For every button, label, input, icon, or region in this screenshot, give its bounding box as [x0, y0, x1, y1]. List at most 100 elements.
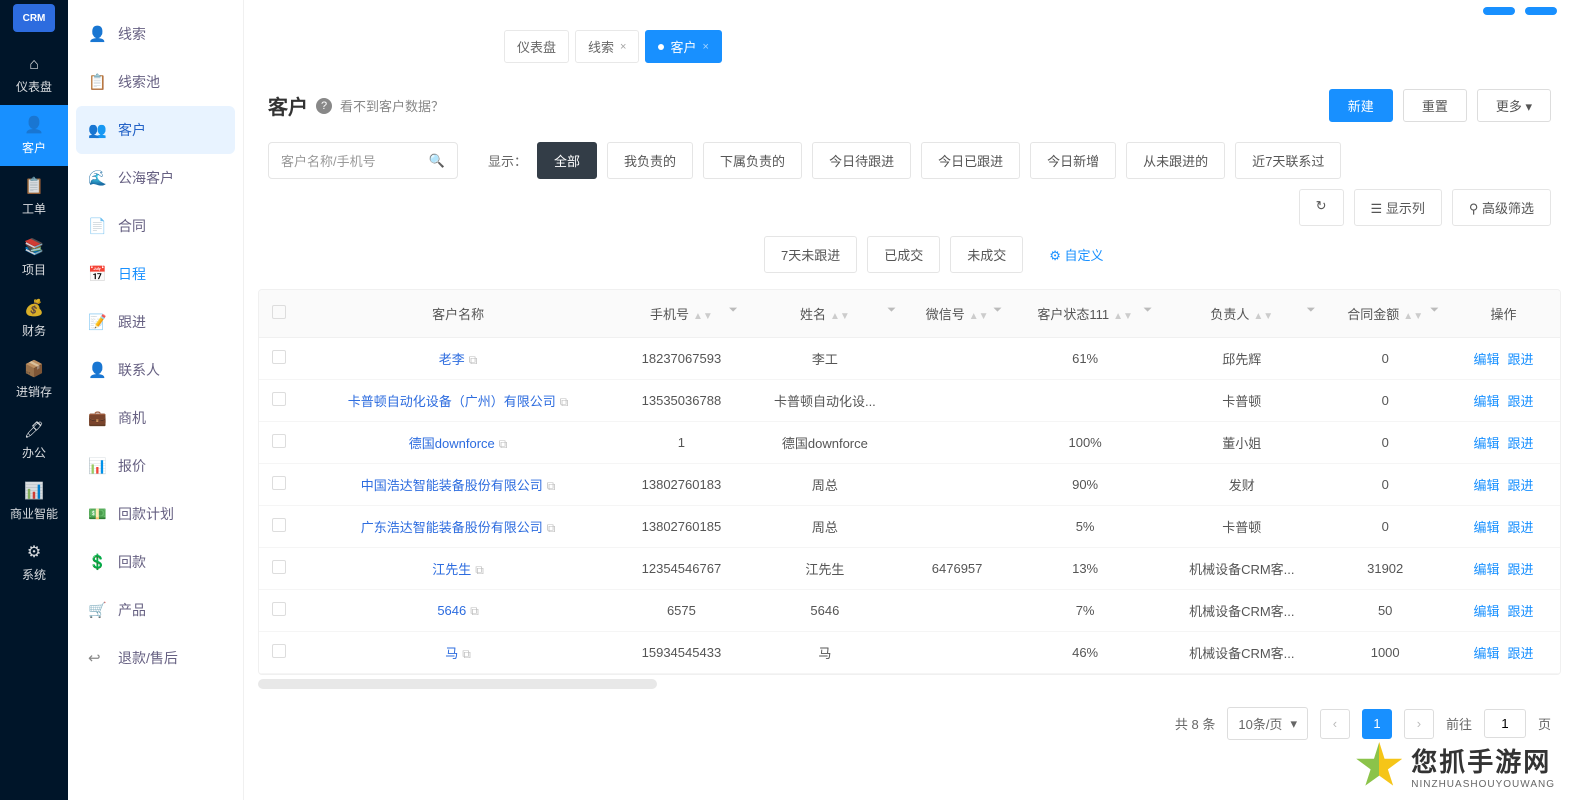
rail-inventory[interactable]: 📦进销存 — [0, 349, 68, 410]
rail-bi[interactable]: 📊商业智能 — [0, 471, 68, 532]
copy-icon[interactable]: ⧉ — [470, 604, 479, 618]
edit-link[interactable]: 编辑 — [1473, 352, 1499, 367]
page-size-select[interactable]: 10条/页▾ — [1227, 707, 1308, 740]
search-input[interactable]: 客户名称/手机号 🔍 — [268, 142, 458, 179]
filter-icon[interactable]: ⏷ — [993, 304, 1002, 317]
follow-link[interactable]: 跟进 — [1507, 562, 1533, 577]
chip-deal[interactable]: 已成交 — [867, 236, 940, 273]
edit-link[interactable]: 编辑 — [1473, 478, 1499, 493]
copy-icon[interactable]: ⧉ — [475, 563, 484, 577]
col-wechat[interactable]: 微信号▲▼⏷ — [904, 290, 1010, 338]
sidebar-opportunities[interactable]: 💼商机 — [68, 394, 243, 442]
more-button[interactable]: 更多 ▾ — [1477, 89, 1551, 122]
close-icon[interactable]: × — [620, 41, 626, 53]
topbar-btn-1[interactable] — [1483, 7, 1515, 15]
follow-link[interactable]: 跟进 — [1507, 352, 1533, 367]
rail-finance[interactable]: 💰财务 — [0, 288, 68, 349]
sidebar-contracts[interactable]: 📄合同 — [68, 202, 243, 250]
row-checkbox[interactable] — [272, 644, 286, 658]
cell-name[interactable]: 老李⧉ — [299, 338, 617, 380]
tab-dashboard[interactable]: 仪表盘 — [504, 30, 569, 63]
cell-name[interactable]: 中国浩达智能装备股份有限公司⧉ — [299, 464, 617, 506]
row-checkbox[interactable] — [272, 602, 286, 616]
rail-dashboard[interactable]: ⌂仪表盘 — [0, 46, 68, 105]
filter-icon[interactable]: ⏷ — [887, 304, 896, 317]
col-status[interactable]: 客户状态111▲▼⏷ — [1010, 290, 1160, 338]
edit-link[interactable]: 编辑 — [1473, 520, 1499, 535]
sidebar-public-customers[interactable]: 🌊公海客户 — [68, 154, 243, 202]
sidebar-refund[interactable]: ↩退款/售后 — [68, 634, 243, 682]
tab-leads[interactable]: 线索× — [575, 30, 639, 63]
filter-icon[interactable]: ⏷ — [729, 304, 738, 317]
copy-icon[interactable]: ⧉ — [462, 647, 471, 661]
edit-link[interactable]: 编辑 — [1473, 646, 1499, 661]
cell-name[interactable]: 江先生⧉ — [299, 548, 617, 590]
advanced-filter-button[interactable]: ⚲ 高级筛选 — [1452, 189, 1551, 226]
rail-projects[interactable]: 📚项目 — [0, 227, 68, 288]
row-checkbox[interactable] — [272, 434, 286, 448]
row-checkbox[interactable] — [272, 392, 286, 406]
help-icon[interactable]: ? — [316, 98, 332, 114]
custom-filter-button[interactable]: ⚙ 自定义 — [1033, 237, 1119, 272]
chip-today-pending[interactable]: 今日待跟进 — [812, 142, 911, 179]
sidebar-contacts[interactable]: 👤联系人 — [68, 346, 243, 394]
sidebar-payment-plan[interactable]: 💵回款计划 — [68, 490, 243, 538]
col-phone[interactable]: 手机号▲▼⏷ — [617, 290, 745, 338]
filter-icon[interactable]: ⏷ — [1430, 304, 1439, 317]
close-icon[interactable]: × — [702, 41, 708, 53]
reset-button[interactable]: 重置 — [1403, 89, 1467, 122]
sidebar-followup[interactable]: 📝跟进 — [68, 298, 243, 346]
col-name[interactable]: 客户名称 — [299, 290, 617, 338]
columns-button[interactable]: ☰ 显示列 — [1354, 189, 1442, 226]
chip-sub[interactable]: 下属负责的 — [703, 142, 802, 179]
chip-all[interactable]: 全部 — [537, 142, 597, 179]
sidebar-lead-pool[interactable]: 📋线索池 — [68, 58, 243, 106]
chip-mine[interactable]: 我负责的 — [607, 142, 693, 179]
cell-name[interactable]: 德国downforce⧉ — [299, 422, 617, 464]
follow-link[interactable]: 跟进 — [1507, 520, 1533, 535]
tab-customers[interactable]: 客户× — [645, 30, 721, 63]
page-number[interactable]: 1 — [1362, 709, 1392, 739]
hint-text[interactable]: 看不到客户数据？ — [340, 96, 444, 115]
copy-icon[interactable]: ⧉ — [499, 437, 508, 451]
rail-system[interactable]: ⚙系统 — [0, 532, 68, 593]
chip-today-done[interactable]: 今日已跟进 — [921, 142, 1020, 179]
sidebar-leads[interactable]: 👤线索 — [68, 10, 243, 58]
chip-7d-no[interactable]: 7天未跟进 — [764, 236, 857, 273]
checkbox-all[interactable] — [272, 305, 286, 319]
copy-icon[interactable]: ⧉ — [547, 521, 556, 535]
sidebar-schedule[interactable]: 📅日程 — [68, 250, 243, 298]
edit-link[interactable]: 编辑 — [1473, 562, 1499, 577]
rail-office[interactable]: 🖊办公 — [0, 410, 68, 471]
edit-link[interactable]: 编辑 — [1473, 394, 1499, 409]
row-checkbox[interactable] — [272, 476, 286, 490]
horizontal-scrollbar[interactable] — [258, 679, 657, 689]
follow-link[interactable]: 跟进 — [1507, 478, 1533, 493]
chip-never[interactable]: 从未跟进的 — [1126, 142, 1225, 179]
cell-name[interactable]: 5646⧉ — [299, 590, 617, 632]
edit-link[interactable]: 编辑 — [1473, 604, 1499, 619]
col-amount[interactable]: 合同金额▲▼⏷ — [1323, 290, 1446, 338]
col-contact[interactable]: 姓名▲▼⏷ — [746, 290, 904, 338]
topbar-btn-2[interactable] — [1525, 7, 1557, 15]
refresh-button[interactable]: ↻ — [1299, 189, 1344, 226]
prev-page-button[interactable]: ‹ — [1320, 709, 1350, 739]
copy-icon[interactable]: ⧉ — [469, 353, 478, 367]
edit-link[interactable]: 编辑 — [1473, 436, 1499, 451]
sidebar-products[interactable]: 🛒产品 — [68, 586, 243, 634]
filter-icon[interactable]: ⏷ — [1143, 304, 1152, 317]
chip-today-new[interactable]: 今日新增 — [1030, 142, 1116, 179]
rail-customer[interactable]: 👤客户 — [0, 105, 68, 166]
row-checkbox[interactable] — [272, 518, 286, 532]
sidebar-payment[interactable]: 💲回款 — [68, 538, 243, 586]
row-checkbox[interactable] — [272, 350, 286, 364]
filter-icon[interactable]: ⏷ — [1307, 304, 1316, 317]
col-owner[interactable]: 负责人▲▼⏷ — [1160, 290, 1323, 338]
copy-icon[interactable]: ⧉ — [560, 395, 569, 409]
goto-page-input[interactable] — [1484, 709, 1526, 738]
new-button[interactable]: 新建 — [1329, 89, 1393, 122]
follow-link[interactable]: 跟进 — [1507, 436, 1533, 451]
cell-name[interactable]: 广东浩达智能装备股份有限公司⧉ — [299, 506, 617, 548]
next-page-button[interactable]: › — [1404, 709, 1434, 739]
rail-tickets[interactable]: 📋工单 — [0, 166, 68, 227]
